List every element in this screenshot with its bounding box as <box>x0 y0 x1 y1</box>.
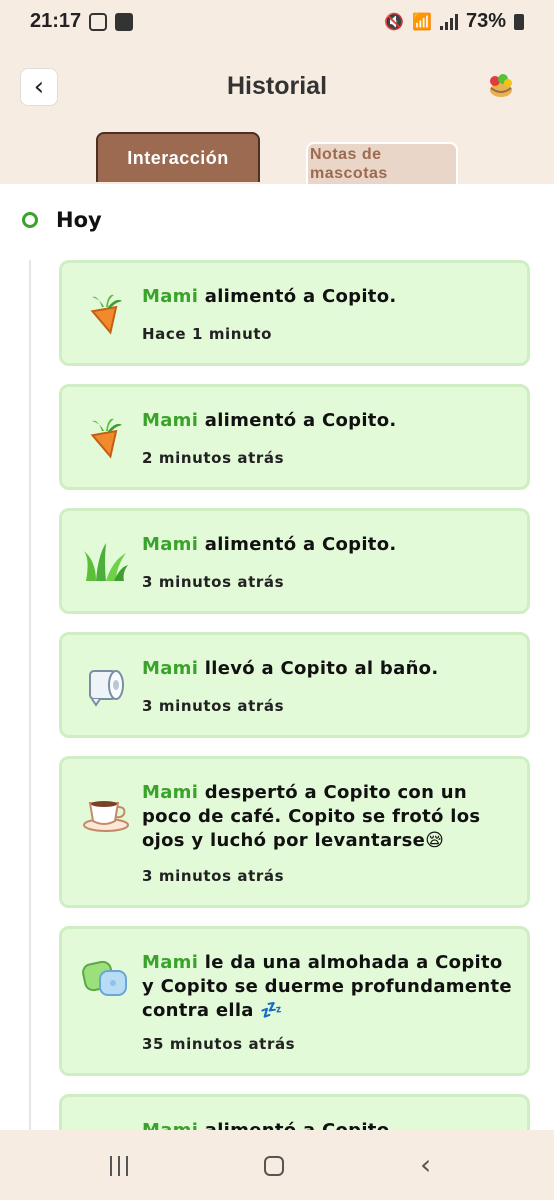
history-card[interactable]: Mami alimentó a Copito. 3 minutos atrás <box>59 508 530 614</box>
battery-percent: 73% <box>465 10 506 32</box>
card-time: 3 minutos atrás <box>142 697 285 715</box>
status-bar: 21:17 🔇 📶 73% <box>0 0 554 44</box>
food-icon <box>82 1123 130 1130</box>
pillow-icon <box>82 960 127 996</box>
action-text: le da una almohada a Copito y Copito se … <box>142 952 512 1021</box>
coffee-cup-icon <box>83 801 129 832</box>
action-text: alimentó a Copito. <box>198 286 397 307</box>
actor-name: Mami <box>142 286 199 307</box>
action-text: alimentó a Copito. <box>198 410 397 431</box>
history-card[interactable]: Mami despertó a Copito con un poco de ca… <box>59 756 530 908</box>
recent-apps-icon[interactable] <box>110 1156 128 1176</box>
action-text: llevó a Copito al baño. <box>198 658 439 679</box>
page-title: Historial <box>226 72 328 100</box>
card-time: 3 minutos atrás <box>142 867 285 885</box>
card-message: Mami alimentó a Copito. <box>142 1119 513 1130</box>
app-header: ‹ Historial Interacción Notas de mascota… <box>0 44 554 184</box>
card-message: Mami alimentó a Copito. <box>142 285 513 309</box>
card-message: Mami alimentó a Copito. <box>142 533 513 557</box>
card-time: Hace 1 minuto <box>142 325 273 343</box>
grass-icon <box>84 543 128 581</box>
signal-icon <box>439 13 458 30</box>
carrot-icon <box>90 294 122 335</box>
history-card[interactable]: Mami llevó a Copito al baño. 3 minutos a… <box>59 632 530 738</box>
tab-notas-mascotas[interactable]: Notas de mascotas <box>306 142 458 184</box>
card-message: Mami le da una almohada a Copito y Copit… <box>142 951 513 1023</box>
history-card[interactable]: Mami alimentó a Copito. Hace 1 minuto <box>59 260 530 366</box>
actor-name: Mami <box>142 658 199 679</box>
history-card[interactable]: Mami alimentó a Copito. <box>59 1094 530 1130</box>
instagram-icon <box>89 12 108 31</box>
actor-name: Mami <box>142 410 199 431</box>
day-heading: Hoy <box>56 208 102 232</box>
tab-interaccion[interactable]: Interacción <box>96 132 260 182</box>
card-time: 35 minutos atrás <box>142 1035 296 1053</box>
action-text: alimentó a Copito. <box>198 1120 396 1130</box>
card-message: Mami alimentó a Copito. <box>142 409 513 433</box>
toilet-paper-icon <box>89 670 124 707</box>
back-nav-icon[interactable]: ‹ <box>420 1148 431 1181</box>
history-list[interactable]: Hoy Mami alimentó a Copito. Hace 1 minut… <box>0 184 554 1130</box>
actor-name: Mami <box>142 952 199 973</box>
card-time: 2 minutos atrás <box>142 449 285 467</box>
carrot-icon <box>90 418 122 459</box>
timeline-dot <box>22 212 38 228</box>
action-text: alimentó a Copito. <box>198 534 397 555</box>
actor-name: Mami <box>142 534 199 555</box>
actor-name: Mami <box>142 782 199 803</box>
mute-icon: 🔇 <box>384 13 405 31</box>
status-right: 🔇 📶 73% <box>384 10 524 33</box>
history-card[interactable]: Mami le da una almohada a Copito y Copit… <box>59 926 530 1076</box>
card-message: Mami llevó a Copito al baño. <box>142 657 513 681</box>
card-message: Mami despertó a Copito con un poco de ca… <box>142 781 513 853</box>
status-left: 21:17 <box>30 10 134 33</box>
status-time: 21:17 <box>30 10 82 32</box>
card-time: 3 minutos atrás <box>142 573 285 591</box>
actor-name: Mami <box>142 1120 198 1130</box>
tab-bar: Interacción Notas de mascotas <box>0 132 554 184</box>
fruit-basket-icon[interactable] <box>486 70 516 100</box>
home-icon[interactable] <box>264 1156 284 1176</box>
gallery-icon <box>115 12 134 31</box>
system-nav-bar: ‹ <box>0 1130 554 1200</box>
battery-icon <box>514 13 524 30</box>
timeline-line <box>29 260 31 1130</box>
wifi-icon: 📶 <box>412 13 432 31</box>
history-card[interactable]: Mami alimentó a Copito. 2 minutos atrás <box>59 384 530 490</box>
